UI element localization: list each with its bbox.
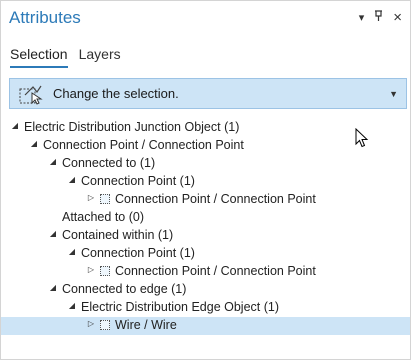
tree-node-label: Electric Distribution Edge Object (1): [81, 300, 279, 314]
tree-collapse-icon[interactable]: ◢: [29, 139, 39, 148]
tree-node[interactable]: ◢ Connected to edge (1): [1, 281, 410, 299]
mouse-pointer-icon: [355, 128, 369, 148]
tab-strip: Selection Layers: [10, 46, 121, 68]
tree-node-label: Connection Point / Connection Point: [115, 192, 316, 206]
tree-node-label: Attached to (0): [62, 210, 144, 224]
tree-expand-icon[interactable]: ▷: [86, 265, 96, 274]
pane-menu-icon[interactable]: ▾: [359, 11, 365, 25]
feature-icon: [100, 320, 110, 330]
attributes-pane: Attributes ▾ × Selection Layers Change t…: [0, 0, 411, 360]
tab-selection[interactable]: Selection: [10, 46, 68, 68]
change-selection-dropdown[interactable]: Change the selection. ▼: [9, 78, 407, 109]
tree-node-label: Connected to edge (1): [62, 282, 187, 296]
tree-node[interactable]: ◢ Electric Distribution Edge Object (1): [1, 299, 410, 317]
tree-node-label: Connection Point (1): [81, 246, 195, 260]
feature-icon: [100, 194, 110, 204]
tree-node[interactable]: ◢ Contained within (1): [1, 227, 410, 245]
tree-node[interactable]: ◢ Connected to (1): [1, 155, 410, 173]
pin-icon[interactable]: [374, 10, 383, 26]
tree-collapse-icon[interactable]: ◢: [10, 121, 20, 130]
tree-node-label: Contained within (1): [62, 228, 174, 242]
pane-controls: ▾ ×: [359, 10, 402, 26]
close-icon[interactable]: ×: [393, 10, 402, 25]
chevron-down-icon: ▼: [389, 89, 398, 99]
tree-node[interactable]: ▷ Connection Point / Connection Point: [1, 263, 410, 281]
tree-node-label: Connected to (1): [62, 156, 156, 170]
tree-node-label: Electric Distribution Junction Object (1…: [24, 120, 240, 134]
tree-collapse-icon[interactable]: ◢: [48, 229, 58, 238]
tree-collapse-icon[interactable]: ◢: [48, 157, 58, 166]
tab-layers[interactable]: Layers: [79, 46, 121, 68]
tree-collapse-icon[interactable]: ◢: [67, 175, 77, 184]
tree-expand-icon[interactable]: ▷: [86, 193, 96, 202]
feature-icon: [100, 266, 110, 276]
pane-title: Attributes: [9, 8, 81, 27]
tree-node[interactable]: ▷ Connection Point / Connection Point: [1, 191, 410, 209]
select-by-rectangle-icon: [19, 85, 43, 105]
tree-expand-icon[interactable]: ▷: [86, 319, 96, 328]
tree-node-label: Connection Point / Connection Point: [43, 138, 244, 152]
tree-node[interactable]: ◢ Electric Distribution Junction Object (…: [1, 119, 410, 137]
tree-node-label: Wire / Wire: [115, 318, 177, 332]
tree-node[interactable]: Attached to (0): [1, 209, 410, 227]
tree-node[interactable]: ▷ Wire / Wire: [1, 317, 410, 335]
tree-collapse-icon[interactable]: ◢: [67, 301, 77, 310]
tree-node[interactable]: ◢ Connection Point (1): [1, 173, 410, 191]
tree-node[interactable]: ◢ Connection Point / Connection Point: [1, 137, 410, 155]
tree-node-label: Connection Point / Connection Point: [115, 264, 316, 278]
change-selection-label: Change the selection.: [53, 86, 179, 101]
tree-collapse-icon[interactable]: ◢: [48, 283, 58, 292]
tree-node[interactable]: ◢ Connection Point (1): [1, 245, 410, 263]
tree-node-label: Connection Point (1): [81, 174, 195, 188]
tree-collapse-icon[interactable]: ◢: [67, 247, 77, 256]
